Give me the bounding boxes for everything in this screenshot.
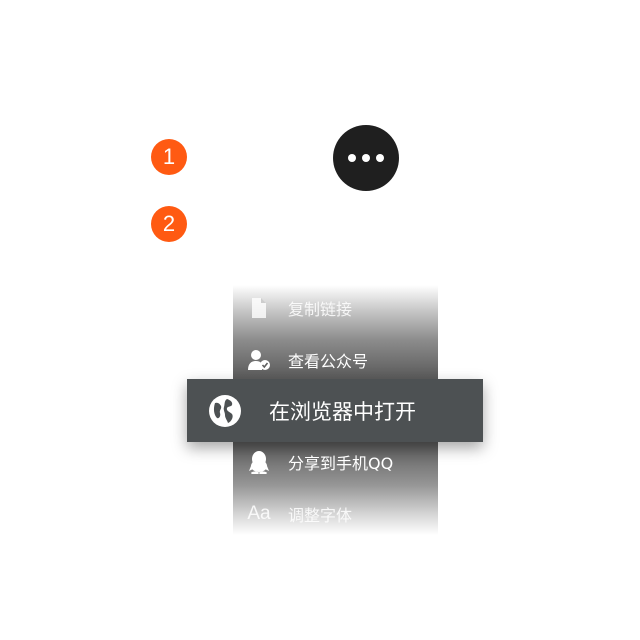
user-check-icon — [246, 347, 272, 373]
menu-item-label: 分享到手机QQ — [288, 454, 394, 473]
font-size-icon: Aa — [247, 503, 271, 524]
menu-item-label: 查看公众号 — [288, 352, 369, 371]
menu-item-label: 调整字体 — [288, 506, 353, 525]
step-badge-2: 2 — [151, 206, 187, 242]
menu-item-copy-link[interactable]: 复制链接 — [233, 288, 438, 328]
tutorial-stage: 1 2 复制链接 查看公众号 在浏览器中打开 分享到手机QQ Aa 调整字体 — [0, 0, 640, 640]
more-horizontal-icon — [348, 154, 356, 162]
globe-icon — [208, 394, 242, 428]
step-badge-1: 1 — [151, 139, 187, 175]
menu-item-share-qq[interactable]: 分享到手机QQ — [233, 442, 438, 482]
menu-item-open-in-browser[interactable]: 在浏览器中打开 — [187, 379, 483, 442]
menu-item-view-account[interactable]: 查看公众号 — [233, 340, 438, 380]
more-horizontal-icon — [376, 154, 384, 162]
more-options-button[interactable] — [333, 125, 399, 191]
more-horizontal-icon — [362, 154, 370, 162]
menu-item-label: 在浏览器中打开 — [269, 399, 416, 424]
qq-penguin-icon — [246, 449, 272, 475]
menu-item-label: 复制链接 — [288, 300, 353, 319]
menu-item-adjust-font[interactable]: Aa 调整字体 — [233, 494, 438, 534]
document-icon — [246, 295, 272, 321]
